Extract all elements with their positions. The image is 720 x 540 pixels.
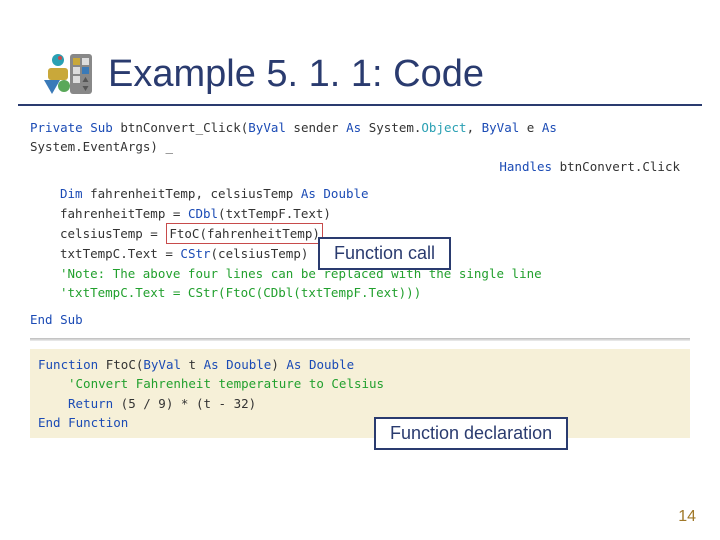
slide-header: Example 5. 1. 1: Code: [18, 0, 702, 106]
callout-function-call: Function call: [318, 237, 451, 270]
slide-title: Example 5. 1. 1: Code: [108, 53, 484, 96]
code-line: fahrenheitTemp = CDbl(txtTempF.Text): [30, 204, 690, 223]
code-line: Dim fahrenheitTemp, celsiusTemp As Doubl…: [30, 184, 690, 203]
code-line: End Function: [38, 413, 682, 432]
highlighted-call: FtoC(fahrenheitTemp): [166, 223, 323, 244]
code-line: Private Sub btnConvert_Click(ByVal sende…: [30, 118, 690, 157]
code-line: 'Convert Fahrenheit temperature to Celsi…: [38, 374, 682, 393]
code-line: 'txtTempC.Text = CStr(FtoC(CDbl(txtTempF…: [30, 283, 690, 302]
code-line: Function FtoC(ByVal t As Double) As Doub…: [38, 355, 682, 374]
code-line: Handles btnConvert.Click: [30, 157, 690, 176]
code-line: Return (5 / 9) * (t - 32): [38, 394, 682, 413]
divider: [30, 338, 690, 341]
code-block-main: Private Sub btnConvert_Click(ByVal sende…: [0, 118, 720, 330]
code-line: End Sub: [30, 310, 690, 329]
code-block-function: Function FtoC(ByVal t As Double) As Doub…: [30, 349, 690, 439]
logo-icon: [38, 50, 96, 98]
callout-function-declaration: Function declaration: [374, 417, 568, 450]
page-number: 14: [678, 508, 696, 526]
